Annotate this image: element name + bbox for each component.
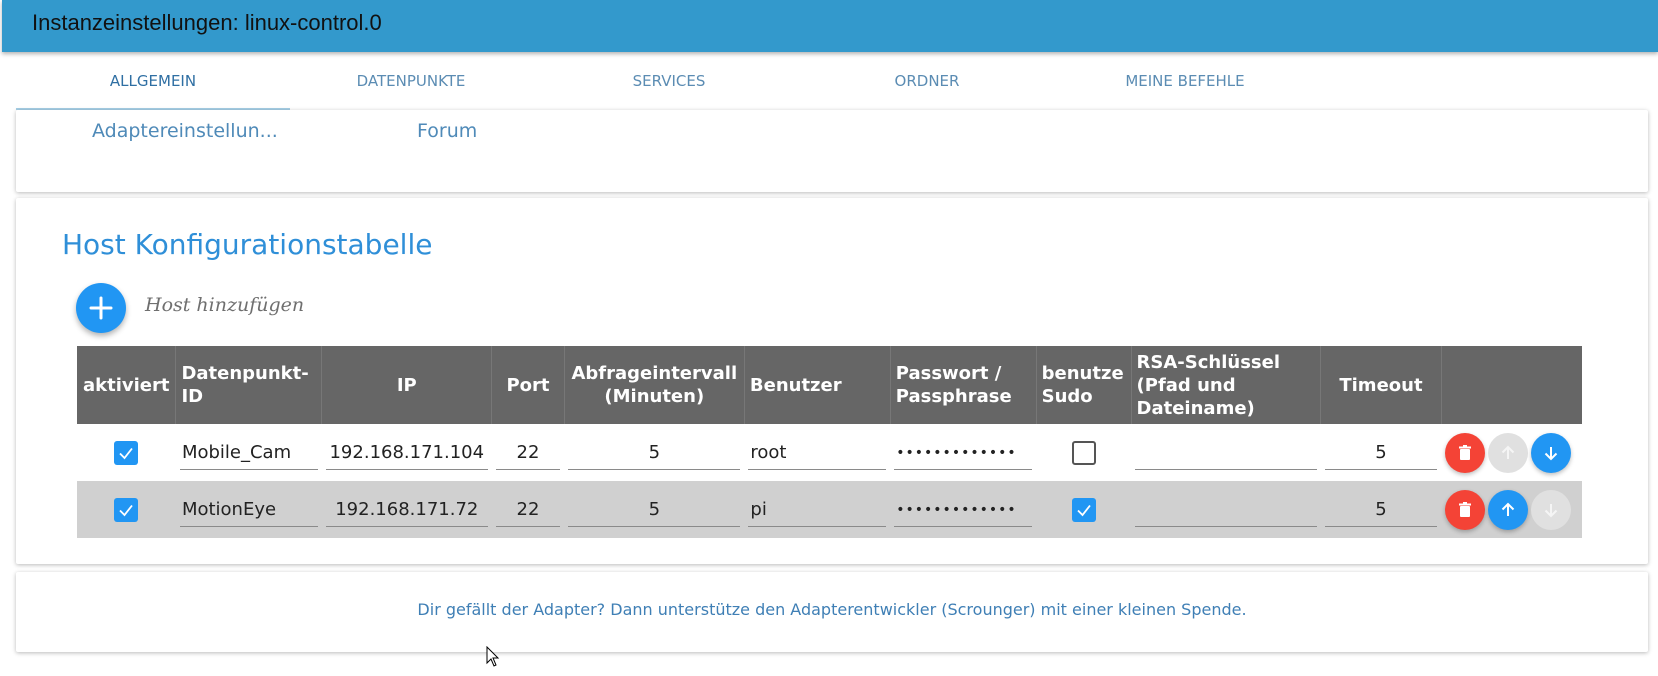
col-header-ip: IP — [321, 346, 493, 424]
col-header-benutzer: Benutzer — [744, 346, 891, 424]
table-header-row: aktiviert Datenpunkt-ID IP Port Abfragei… — [77, 346, 1582, 424]
rsa-key-input[interactable] — [1135, 436, 1317, 470]
cell-actions — [1441, 481, 1582, 538]
cell-enabled — [77, 424, 176, 481]
window-title: Instanzeinstellungen: linux-control.0 — [32, 10, 382, 35]
row-actions — [1445, 432, 1578, 473]
col-header-aktiviert: aktiviert — [77, 346, 177, 424]
col-header-port: Port — [491, 346, 565, 424]
col-header-passwort: Passwort / Passphrase — [890, 346, 1037, 424]
sudo-checkbox[interactable] — [1071, 440, 1096, 465]
interval-input[interactable]: 5 — [568, 436, 741, 470]
col-header-datenpunkt-id: Datenpunkt-ID — [175, 346, 323, 424]
cell-ip: 192.168.171.72 — [321, 481, 492, 538]
cell-rsa-key — [1131, 424, 1321, 481]
delete-row-button[interactable] — [1445, 489, 1486, 530]
delete-row-button[interactable] — [1445, 432, 1486, 473]
cell-password: ••••••••••••• — [890, 481, 1037, 538]
cell-ip: 192.168.171.104 — [321, 424, 492, 481]
arrow-down-icon — [1544, 503, 1558, 517]
password-input[interactable]: ••••••••••••• — [894, 493, 1033, 527]
cell-port: 22 — [491, 424, 565, 481]
plus-icon — [89, 296, 113, 320]
cell-timeout: 5 — [1320, 424, 1442, 481]
port-input[interactable]: 22 — [495, 436, 561, 470]
timeout-input[interactable]: 5 — [1324, 493, 1438, 527]
move-up-button[interactable] — [1488, 489, 1529, 530]
arrow-down-icon — [1544, 446, 1558, 460]
mouse-cursor-icon — [486, 646, 500, 667]
table-row: MotionEye 192.168.171.72 22 5 pi ••••••••••••… — [77, 481, 1582, 538]
delete-icon — [1459, 501, 1472, 517]
enabled-checkbox[interactable] — [114, 440, 139, 465]
enabled-checkbox[interactable] — [114, 497, 139, 522]
arrow-up-icon — [1501, 445, 1515, 459]
rsa-key-input[interactable] — [1135, 493, 1317, 527]
user-input[interactable]: pi — [748, 493, 887, 527]
cell-user: pi — [744, 481, 891, 538]
interval-input[interactable]: 5 — [568, 493, 741, 527]
cell-enabled — [77, 481, 176, 538]
tab-meine-befehle[interactable]: MEINE BEFEHLE — [1048, 72, 1322, 90]
cell-datapoint-id: Mobile_Cam — [175, 424, 322, 481]
cell-rsa-key — [1131, 481, 1321, 538]
tab-ordner[interactable]: ORDNER — [790, 72, 1064, 90]
col-header-interval: Abfrageintervall (Minuten) — [564, 346, 745, 424]
adapter-settings-link[interactable]: Adaptereinstellun... — [92, 120, 278, 142]
host-table: aktiviert Datenpunkt-ID IP Port Abfragei… — [77, 346, 1582, 538]
tab-services[interactable]: SERVICES — [532, 72, 806, 90]
forum-link[interactable]: Forum — [417, 120, 477, 142]
checkmark-icon — [119, 447, 134, 459]
donation-card: Dir gefällt der Adapter? Dann unterstütz… — [16, 572, 1648, 652]
col-header-rsa-key: RSA-Schlüssel (Pfad und Dateiname) — [1131, 346, 1322, 424]
table-row: Mobile_Cam 192.168.171.104 22 5 root ••••••••… — [77, 424, 1582, 481]
cell-actions — [1441, 424, 1582, 481]
sudo-checkbox[interactable] — [1071, 497, 1096, 522]
tab-bar: ALLGEMEIN DATENPUNKTE SERVICES ORDNER ME… — [16, 60, 1648, 110]
cell-interval: 5 — [564, 424, 745, 481]
section-title: Host Konfigurationstabelle — [62, 228, 433, 261]
title-bar: Instanzeinstellungen: linux-control.0 — [2, 0, 1658, 52]
links-card: Adaptereinstellun... Forum — [16, 110, 1648, 192]
col-header-actions — [1441, 346, 1582, 424]
move-down-button[interactable] — [1531, 432, 1572, 473]
cell-password: ••••••••••••• — [890, 424, 1037, 481]
host-config-card: Host Konfigurationstabelle Host hinzufüg… — [16, 198, 1648, 564]
port-input[interactable]: 22 — [495, 493, 561, 527]
datapoint-id-input[interactable]: Mobile_Cam — [179, 436, 318, 470]
row-actions — [1445, 489, 1578, 530]
col-header-timeout: Timeout — [1320, 346, 1442, 424]
password-input[interactable]: ••••••••••••• — [894, 436, 1033, 470]
user-input[interactable]: root — [748, 436, 887, 470]
add-host-button[interactable] — [76, 283, 126, 333]
cell-sudo — [1036, 424, 1132, 481]
ip-input[interactable]: 192.168.171.72 — [325, 493, 488, 527]
cell-interval: 5 — [564, 481, 745, 538]
move-down-button — [1531, 489, 1572, 530]
donation-link[interactable]: Dir gefällt der Adapter? Dann unterstütz… — [16, 600, 1648, 619]
cell-user: root — [744, 424, 891, 481]
col-header-sudo: benutze Sudo — [1036, 346, 1132, 424]
add-host-label: Host hinzufügen — [145, 294, 305, 316]
tab-allgemein[interactable]: ALLGEMEIN — [16, 72, 290, 90]
move-up-button — [1488, 432, 1529, 473]
cell-datapoint-id: MotionEye — [175, 481, 322, 538]
checkmark-icon — [119, 504, 134, 516]
tab-datenpunkte[interactable]: DATENPUNKTE — [274, 72, 548, 90]
cell-port: 22 — [491, 481, 565, 538]
arrow-up-icon — [1501, 502, 1515, 516]
timeout-input[interactable]: 5 — [1324, 436, 1438, 470]
delete-icon — [1459, 444, 1472, 460]
datapoint-id-input[interactable]: MotionEye — [179, 493, 318, 527]
cell-sudo — [1036, 481, 1132, 538]
checkmark-icon — [1076, 504, 1091, 516]
cell-timeout: 5 — [1320, 481, 1442, 538]
ip-input[interactable]: 192.168.171.104 — [325, 436, 488, 470]
